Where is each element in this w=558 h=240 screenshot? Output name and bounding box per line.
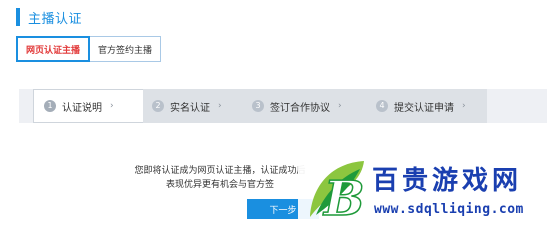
step-submit-application[interactable]: 4 提交认证申请 › — [365, 89, 487, 123]
auth-description: 您即将认证成为网页认证主播，认证成功后 表现优异更有机会与官方签 — [120, 164, 320, 192]
step-real-name[interactable]: 2 实名认证 › — [143, 89, 251, 123]
chevron-right-icon: › — [110, 101, 114, 111]
title-accent-bar — [16, 8, 20, 26]
step-auth-info[interactable]: 1 认证说明 › — [33, 89, 151, 123]
page: 主播认证 网页认证主播 官方签约主播 1 认证说明 › 2 实名认证 › 3 签… — [0, 0, 558, 227]
step-label: 认证说明 — [62, 102, 102, 114]
watermark-url: www.sdqlliqing.com — [374, 202, 524, 217]
chevron-right-icon: › — [338, 101, 342, 111]
step-sign-agreement[interactable]: 3 签订合作协议 › — [243, 89, 373, 123]
step-label: 实名认证 — [170, 102, 210, 114]
section-title: 主播认证 — [16, 7, 82, 27]
tab-web-anchor[interactable]: 网页认证主播 — [16, 36, 91, 62]
step-number: 3 — [252, 100, 264, 112]
description-line-1: 您即将认证成为网页认证主播，认证成功后 — [134, 166, 306, 176]
step-label: 提交认证申请 — [394, 102, 454, 114]
step-number: 2 — [152, 100, 164, 112]
description-line-2: 表现优异更有机会与官方签 — [165, 180, 274, 190]
page-title: 主播认证 — [28, 11, 83, 27]
step-number: 1 — [44, 100, 56, 112]
auth-type-tabs: 网页认证主播 官方签约主播 — [16, 36, 162, 62]
site-logo-icon: B — [310, 161, 365, 225]
watermark-title: 百贵游戏网 — [372, 166, 523, 196]
steps-bar: 1 认证说明 › 2 实名认证 › 3 签订合作协议 › 4 提交认证申请 › — [19, 89, 547, 123]
logo-letter: B — [322, 171, 365, 225]
chevron-right-icon: › — [218, 101, 222, 111]
step-label: 签订合作协议 — [270, 102, 330, 114]
tab-official-signed-anchor[interactable]: 官方签约主播 — [90, 36, 162, 62]
step-number: 4 — [376, 100, 388, 112]
watermark: B 百贵游戏网 www.sdqlliqing.com — [298, 152, 558, 227]
chevron-right-icon: › — [462, 101, 466, 111]
